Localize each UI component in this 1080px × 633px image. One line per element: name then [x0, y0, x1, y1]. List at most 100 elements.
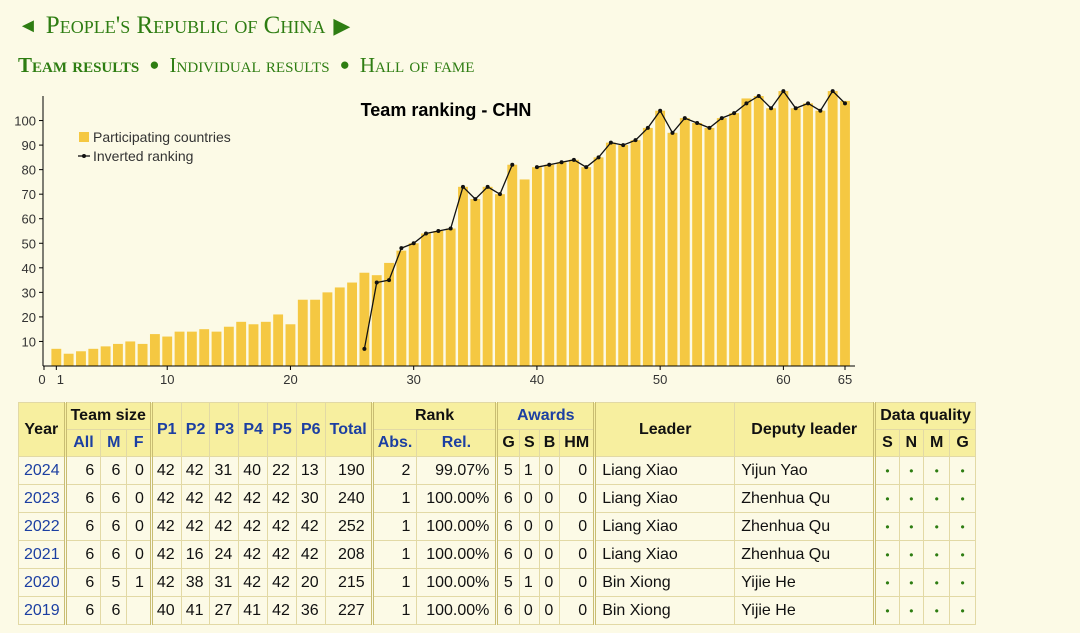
award-bronze: 0	[538, 568, 561, 597]
team-size-m: 5	[100, 568, 128, 597]
bar-participating-36	[482, 186, 493, 366]
ranking-point-54	[707, 125, 712, 130]
y-tick-label: 20	[22, 310, 36, 325]
data-quality-dot-icon: •	[898, 540, 925, 569]
leader-name: Liang Xiao	[593, 456, 736, 485]
data-quality-dot-icon: •	[873, 568, 900, 597]
team-size-all: 6	[63, 540, 102, 569]
rank-rel: 100.00%	[416, 596, 498, 625]
bar-participating-44	[581, 167, 592, 366]
col-header-total[interactable]: Total	[324, 402, 373, 457]
table-row: 2022 6 6 0 42 42 42 42 42 42 252 1 100.00% 6 0 0 0 Liang …	[18, 512, 976, 541]
bar-participating-43	[568, 159, 579, 366]
score-p3: 42	[209, 512, 240, 541]
leader-name: Liang Xiao	[593, 484, 736, 513]
year-link[interactable]: 2024	[18, 456, 66, 485]
bar-participating-18	[260, 321, 271, 366]
ranking-point-27	[374, 280, 379, 285]
bar-participating-5	[100, 346, 111, 366]
col-header-p4[interactable]: P4	[238, 402, 269, 457]
previous-country-arrow-icon[interactable]: ◄	[18, 15, 38, 38]
col-header-m[interactable]: M	[100, 429, 128, 457]
score-total: 190	[324, 456, 373, 485]
bar-participating-38	[507, 164, 518, 366]
data-quality-dot-icon: •	[922, 596, 951, 625]
bar-participating-2	[63, 353, 74, 366]
score-p5: 42	[267, 540, 297, 569]
rank-abs: 1	[370, 484, 418, 513]
ranking-point-57	[744, 101, 749, 106]
data-quality-dot-icon: •	[898, 596, 925, 625]
team-size-f: 0	[126, 540, 152, 569]
year-link[interactable]: 2020	[18, 568, 66, 597]
y-tick-label: 30	[22, 285, 36, 300]
bar-participating-61	[790, 108, 801, 366]
bar-participating-42	[556, 162, 567, 366]
team-size-f: 0	[126, 484, 152, 513]
col-header-hm: HM	[559, 429, 596, 457]
score-p1: 42	[149, 540, 182, 569]
col-header-p5[interactable]: P5	[267, 402, 297, 457]
bar-participating-9	[149, 334, 160, 366]
bar-participating-60	[778, 91, 789, 366]
data-quality-dot-icon: •	[898, 512, 925, 541]
col-header-p2[interactable]: P2	[180, 402, 211, 457]
x-tick-label: 60	[776, 372, 790, 387]
x-tick-label: 1	[57, 372, 64, 387]
data-quality-dot-icon: •	[922, 456, 951, 485]
score-p6: 30	[295, 484, 326, 513]
bar-participating-58	[753, 96, 764, 366]
col-header-year[interactable]: Year	[18, 402, 66, 457]
col-header-p6[interactable]: P6	[295, 402, 326, 457]
col-header-rel[interactable]: Rel.	[416, 429, 498, 457]
data-quality-dot-icon: •	[949, 512, 976, 541]
ranking-point-65	[843, 101, 847, 106]
individual-results-link[interactable]: Individual results	[170, 53, 330, 78]
deputy-leader-name: Yijun Yao	[734, 456, 876, 485]
bar-participating-11	[174, 331, 185, 366]
hall-of-fame-link[interactable]: Hall of fame	[360, 53, 475, 78]
col-header-awards[interactable]: Awards	[495, 402, 596, 430]
ranking-point-26	[362, 346, 367, 351]
team-size-all: 6	[63, 596, 102, 625]
ranking-point-35	[473, 197, 478, 202]
bar-participating-47	[618, 145, 629, 366]
col-header-abs[interactable]: Abs.	[370, 429, 418, 457]
y-tick-label: 100	[14, 114, 36, 129]
col-header-p1[interactable]: P1	[149, 402, 182, 457]
col-header-gold: G	[495, 429, 520, 457]
score-p4: 42	[238, 484, 269, 513]
col-header-f[interactable]: F	[126, 429, 152, 457]
team-size-m: 6	[100, 484, 128, 513]
col-header-all[interactable]: All	[63, 429, 102, 457]
data-quality-dot-icon: •	[898, 568, 925, 597]
score-total: 227	[324, 596, 373, 625]
year-link[interactable]: 2021	[18, 540, 66, 569]
year-link[interactable]: 2023	[18, 484, 66, 513]
next-country-arrow-icon[interactable]: ▶	[333, 13, 350, 39]
data-quality-dot-icon: •	[873, 484, 900, 513]
ranking-point-53	[695, 121, 700, 125]
bar-participating-29	[396, 250, 407, 366]
col-header-data-quality: Data quality	[873, 402, 976, 430]
legend-label-inverted: Inverted ranking	[93, 148, 193, 164]
bar-participating-17	[248, 324, 259, 366]
year-link[interactable]: 2019	[18, 596, 66, 625]
year-link[interactable]: 2022	[18, 512, 66, 541]
deputy-leader-name: Yijie He	[734, 596, 876, 625]
score-p3: 24	[209, 540, 240, 569]
rank-rel: 100.00%	[416, 568, 498, 597]
bar-participating-23	[322, 292, 333, 366]
ranking-point-60	[781, 89, 786, 94]
team-results-link[interactable]: Team results	[18, 53, 139, 78]
data-quality-dot-icon: •	[949, 596, 976, 625]
table-row: 2019 6 6 40 41 27 41 42 36 227 1 100.00% 6 0 0 0 Bin Xio…	[18, 596, 976, 625]
col-header-p3[interactable]: P3	[209, 402, 240, 457]
bar-participating-37	[495, 194, 505, 366]
award-gold: 6	[495, 540, 520, 569]
score-p6: 13	[295, 456, 326, 485]
award-gold: 6	[495, 596, 520, 625]
award-bronze: 0	[538, 596, 561, 625]
ranking-point-37	[497, 192, 502, 197]
score-p3: 42	[209, 484, 240, 513]
